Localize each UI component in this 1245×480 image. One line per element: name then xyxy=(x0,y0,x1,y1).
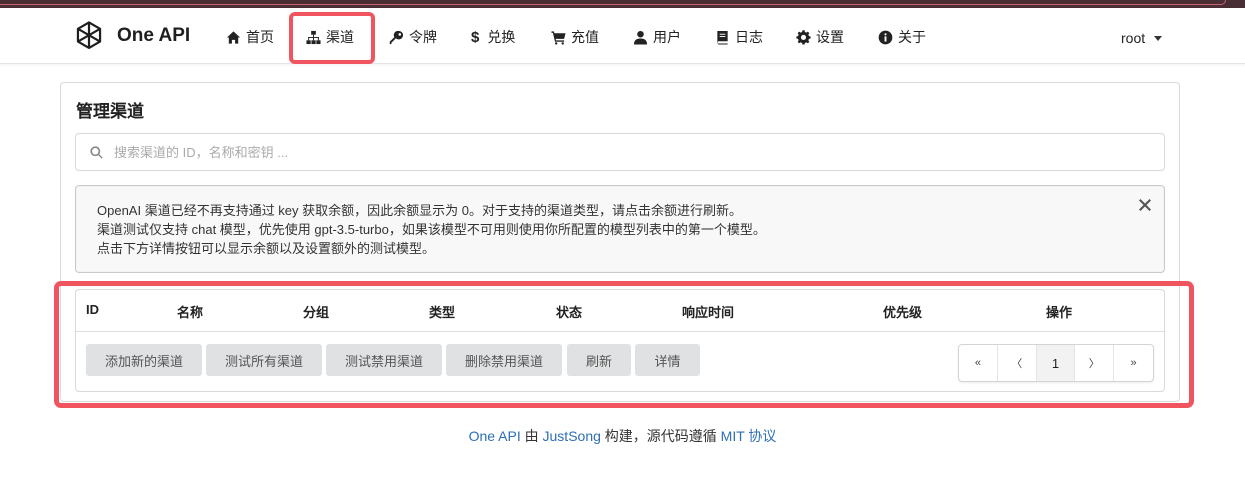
key-icon xyxy=(389,30,404,44)
top-strip-border xyxy=(0,0,1226,5)
search-box xyxy=(75,133,1165,171)
nav-item-settings[interactable]: 设置 xyxy=(796,26,844,48)
footer: One API 由 JustSong 构建，源代码遵循 MIT 协议 xyxy=(0,426,1245,446)
license-link[interactable]: MIT 协议 xyxy=(721,428,777,444)
footer-text: 由 xyxy=(524,428,539,444)
dollar-icon: $ xyxy=(471,28,480,46)
nav-item-topup[interactable]: 充值 xyxy=(551,26,599,48)
book-icon xyxy=(717,30,728,45)
info-icon xyxy=(878,30,893,44)
user-icon xyxy=(633,30,648,45)
nav-label: 充值 xyxy=(571,29,599,45)
caret-down-icon xyxy=(1154,35,1163,41)
notice-line: 点击下方详情按钮可以显示余额以及设置额外的测试模型。 xyxy=(97,241,436,256)
nav-label: 兑换 xyxy=(487,29,516,45)
search-input[interactable] xyxy=(114,144,1114,160)
nav-label: 关于 xyxy=(898,29,926,45)
notice-line: 渠道测试仅支持 chat 模型，优先使用 gpt-3.5-turbo，如果该模型… xyxy=(97,222,766,237)
top-navbar: One API 首页 渠道 令牌 $ 兑换 充值 用户 日志 设置 关于 roo… xyxy=(0,8,1245,64)
notice-line: OpenAI 渠道已经不再支持通过 key 获取余额，因此余额显示为 0。对于支… xyxy=(97,203,742,218)
nav-label: 日志 xyxy=(735,29,763,45)
info-notice: OpenAI 渠道已经不再支持通过 key 获取余额，因此余额显示为 0。对于支… xyxy=(75,185,1165,273)
home-icon xyxy=(226,30,241,44)
close-icon xyxy=(1139,199,1151,211)
brand[interactable]: One API xyxy=(72,19,190,53)
page-title: 管理渠道 xyxy=(76,102,144,121)
table-highlight-box xyxy=(54,281,1194,408)
browser-top-strip xyxy=(0,0,1245,8)
cart-icon xyxy=(551,30,566,45)
close-notice-button[interactable] xyxy=(1139,198,1151,211)
nav-item-about[interactable]: 关于 xyxy=(878,26,926,48)
nav-item-tokens[interactable]: 令牌 xyxy=(389,26,437,48)
gear-icon xyxy=(796,29,811,45)
username: root xyxy=(1121,30,1146,46)
author-link[interactable]: JustSong xyxy=(543,428,601,444)
nav-label: 首页 xyxy=(246,29,274,45)
search-icon xyxy=(90,145,103,159)
nav-item-home[interactable]: 首页 xyxy=(226,26,274,48)
nav-item-users[interactable]: 用户 xyxy=(633,26,681,48)
footer-text: 构建，源代码遵循 xyxy=(604,428,717,444)
brand-name: One API xyxy=(117,25,191,46)
nav-item-redeem[interactable]: $ 兑换 xyxy=(471,26,515,48)
openai-logo-icon xyxy=(76,21,102,50)
app-link[interactable]: One API xyxy=(469,428,521,444)
nav-label: 用户 xyxy=(653,29,681,45)
nav-label: 设置 xyxy=(816,29,844,45)
channels-nav-highlight-box xyxy=(289,12,375,64)
nav-item-logs[interactable]: 日志 xyxy=(715,26,763,48)
nav-label: 令牌 xyxy=(409,29,437,45)
user-menu[interactable]: root xyxy=(1121,30,1163,46)
